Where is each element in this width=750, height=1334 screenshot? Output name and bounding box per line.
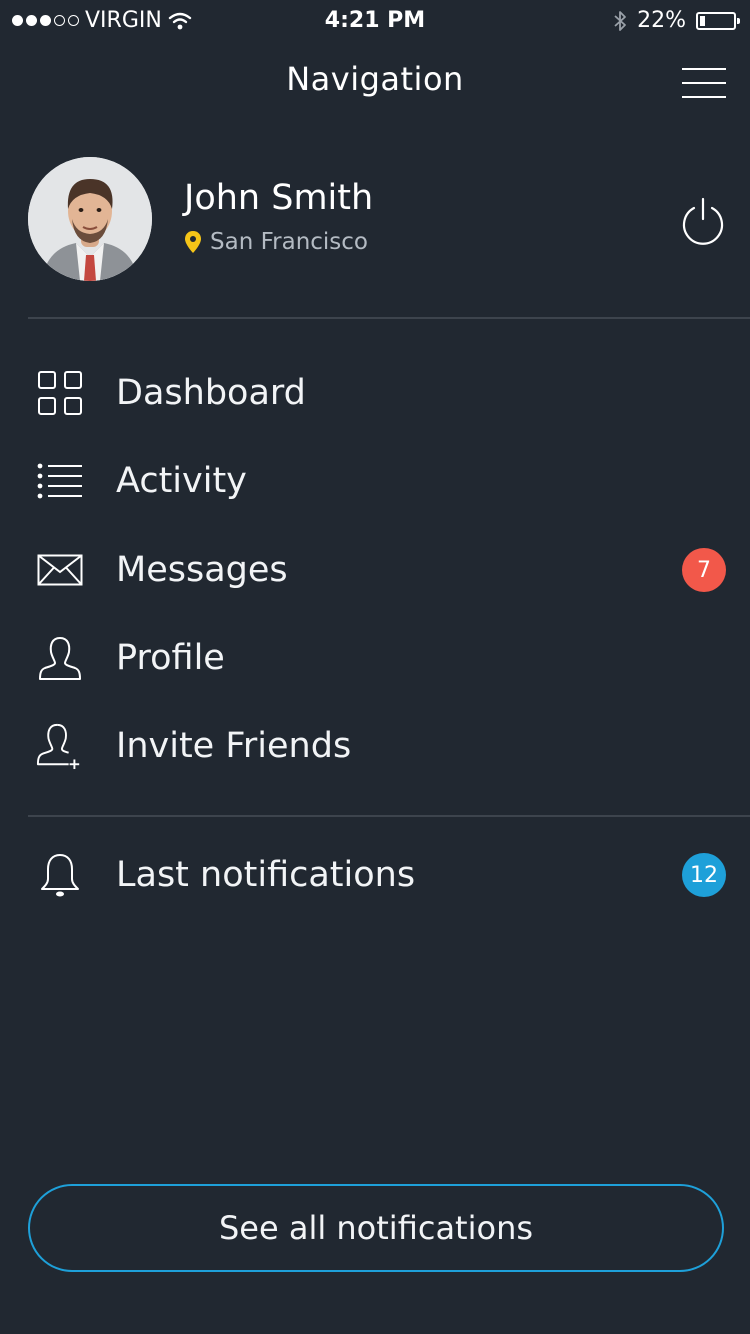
avatar-image — [28, 157, 152, 281]
user-name: John Smith — [184, 178, 374, 218]
power-icon[interactable] — [680, 197, 726, 245]
menu-item-messages[interactable]: Messages 7 — [0, 535, 750, 605]
menu-item-label: Dashboard — [116, 373, 306, 413]
menu-item-label: Last notifications — [116, 855, 416, 895]
divider — [28, 317, 750, 319]
battery-percent: 22% — [637, 8, 686, 33]
menu-item-invite-friends[interactable]: Invite Friends — [0, 711, 750, 781]
menu-item-last-notifications[interactable]: Last notifications 12 — [0, 840, 750, 910]
menu-item-label: Invite Friends — [116, 726, 352, 766]
location-text: San Francisco — [210, 229, 369, 255]
user-icon — [36, 634, 84, 682]
location-pin-icon — [185, 231, 201, 253]
see-all-notifications-button[interactable]: See all notifications — [28, 1184, 724, 1272]
menu-button[interactable] — [682, 68, 726, 100]
user-location: San Francisco — [184, 229, 368, 255]
avatar[interactable] — [28, 157, 152, 281]
envelope-icon — [36, 546, 84, 594]
user-profile: John Smith San Francisco — [0, 155, 750, 285]
messages-badge: 7 — [682, 548, 726, 592]
list-icon — [36, 457, 84, 505]
menu-item-label: Activity — [116, 461, 247, 501]
menu-item-profile[interactable]: Profile — [0, 623, 750, 693]
grid-icon — [36, 369, 84, 417]
notifications-badge: 12 — [682, 853, 726, 897]
status-right: 22% — [613, 8, 740, 33]
user-plus-icon — [36, 722, 84, 770]
menu-item-activity[interactable]: Activity — [0, 446, 750, 516]
menu-item-dashboard[interactable]: Dashboard — [0, 358, 750, 428]
hamburger-icon — [682, 68, 726, 70]
status-bar: VIRGIN 4:21 PM 22% — [0, 0, 750, 44]
menu-item-label: Profile — [116, 638, 225, 678]
battery-icon — [696, 11, 740, 30]
page-title: Navigation — [286, 60, 464, 98]
bell-icon — [36, 851, 84, 899]
divider — [28, 815, 750, 817]
bluetooth-icon — [614, 10, 626, 31]
menu-item-label: Messages — [116, 550, 288, 590]
